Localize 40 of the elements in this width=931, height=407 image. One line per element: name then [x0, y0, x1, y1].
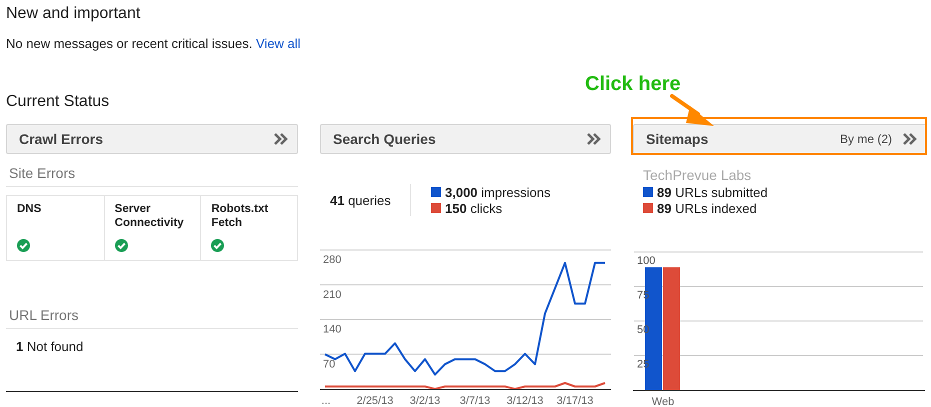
- axis-label: 3/2/13: [410, 395, 440, 407]
- section-title: New and important: [6, 4, 140, 24]
- status-message: No new messages or recent critical issues.: [6, 36, 252, 51]
- subsection-title: URL Errors: [9, 307, 78, 323]
- axis-label: 3/12/13: [506, 395, 544, 407]
- subsection-title: Site Errors: [9, 165, 76, 181]
- panel-title: Search Queries: [333, 131, 437, 147]
- axis-label: 70: [323, 358, 336, 370]
- axis-label: Web: [652, 396, 674, 407]
- panel-header[interactable]: Crawl Errors: [6, 124, 298, 154]
- legend-text: 3,000 impressions: [445, 184, 551, 200]
- error-type-label: Robots.txt Fetch: [211, 202, 270, 230]
- view-all-link[interactable]: View all: [256, 36, 301, 51]
- legend-text: 89 URLs indexed: [657, 200, 757, 216]
- callout-text: Click here: [585, 73, 681, 95]
- pointer-arrow: [670, 94, 714, 126]
- axis-label: 140: [323, 324, 342, 336]
- axis-label: ...: [321, 395, 331, 407]
- panel-header[interactable]: Search Queries: [320, 124, 611, 154]
- expand-icon[interactable]: [273, 132, 289, 146]
- panel-title: Sitemaps: [646, 131, 710, 147]
- section-title: Current Status: [6, 92, 110, 112]
- query-count: 41 queries: [330, 192, 391, 208]
- axis-label: 280: [323, 254, 342, 266]
- url-error-count: 1 Not found: [15, 338, 84, 355]
- error-type-label: Server Connectivity: [114, 202, 185, 230]
- axis-label: 100: [637, 255, 656, 267]
- panel-title: Crawl Errors: [19, 131, 104, 147]
- filter-link[interactable]: By me (2): [840, 132, 892, 146]
- expand-icon[interactable]: [586, 132, 602, 146]
- expand-icon[interactable]: [902, 132, 918, 146]
- axis-label: 3/17/13: [556, 395, 594, 407]
- site-name: TechPrevue Labs: [643, 167, 752, 183]
- legend-text: 150 clicks: [445, 200, 502, 216]
- panel-header[interactable]: Sitemaps By me (2): [633, 124, 927, 154]
- error-type-label: DNS: [17, 202, 42, 216]
- axis-label: 210: [323, 288, 342, 301]
- legend-text: 89 URLs submitted: [657, 184, 768, 200]
- axis-label: 2/25/13: [356, 395, 394, 407]
- axis-label: 3/7/13: [460, 395, 490, 407]
